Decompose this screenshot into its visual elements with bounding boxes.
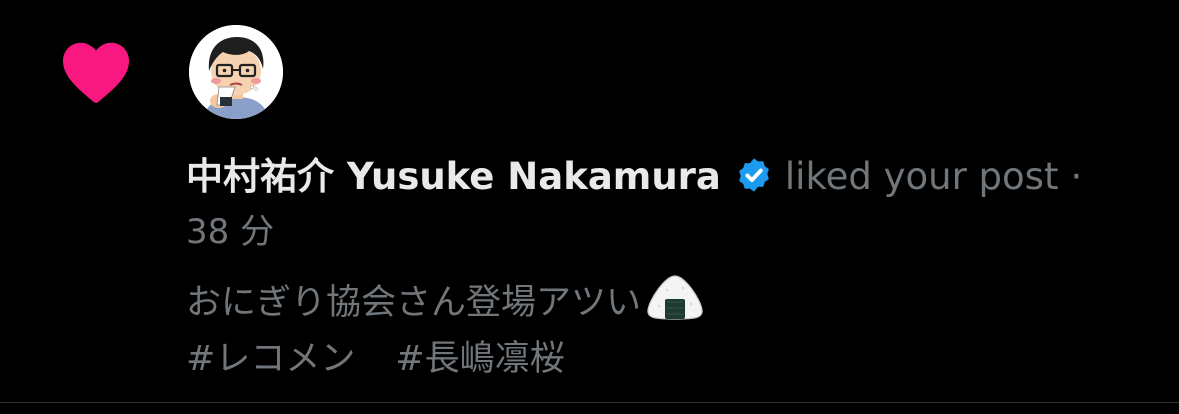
action-text: liked your post <box>784 155 1059 198</box>
post-text-line: おにぎり協会さん登場アツい <box>186 274 1146 331</box>
onigiri-emoji-icon <box>647 275 703 320</box>
like-notification[interactable]: 中村祐介 Yusuke Nakamura liked your post · 38… <box>0 0 1179 402</box>
verified-badge-icon <box>739 158 769 192</box>
divider <box>0 402 1179 403</box>
avatar-icon <box>189 25 283 119</box>
heart-icon <box>63 42 129 103</box>
author-name[interactable]: 中村祐介 Yusuke Nakamura <box>186 155 721 198</box>
separator-dot: · <box>1070 155 1083 198</box>
post-hashtags: #レコメン #長嶋凛桜 <box>186 331 1146 387</box>
post-text: おにぎり協会さん登場アツい <box>186 283 642 323</box>
post-preview[interactable]: おにぎり協会さん登場アツい #レコメン #長嶋凛桜 <box>186 274 1146 387</box>
hashtag-recomen[interactable]: #レコメン <box>186 339 355 379</box>
hashtag-nagashima-rio[interactable]: #長嶋凛桜 <box>395 339 564 379</box>
avatar[interactable] <box>189 25 283 119</box>
timestamp: 38 分 <box>186 212 275 252</box>
notification-headline: 中村祐介 Yusuke Nakamura liked your post · <box>186 150 1146 204</box>
